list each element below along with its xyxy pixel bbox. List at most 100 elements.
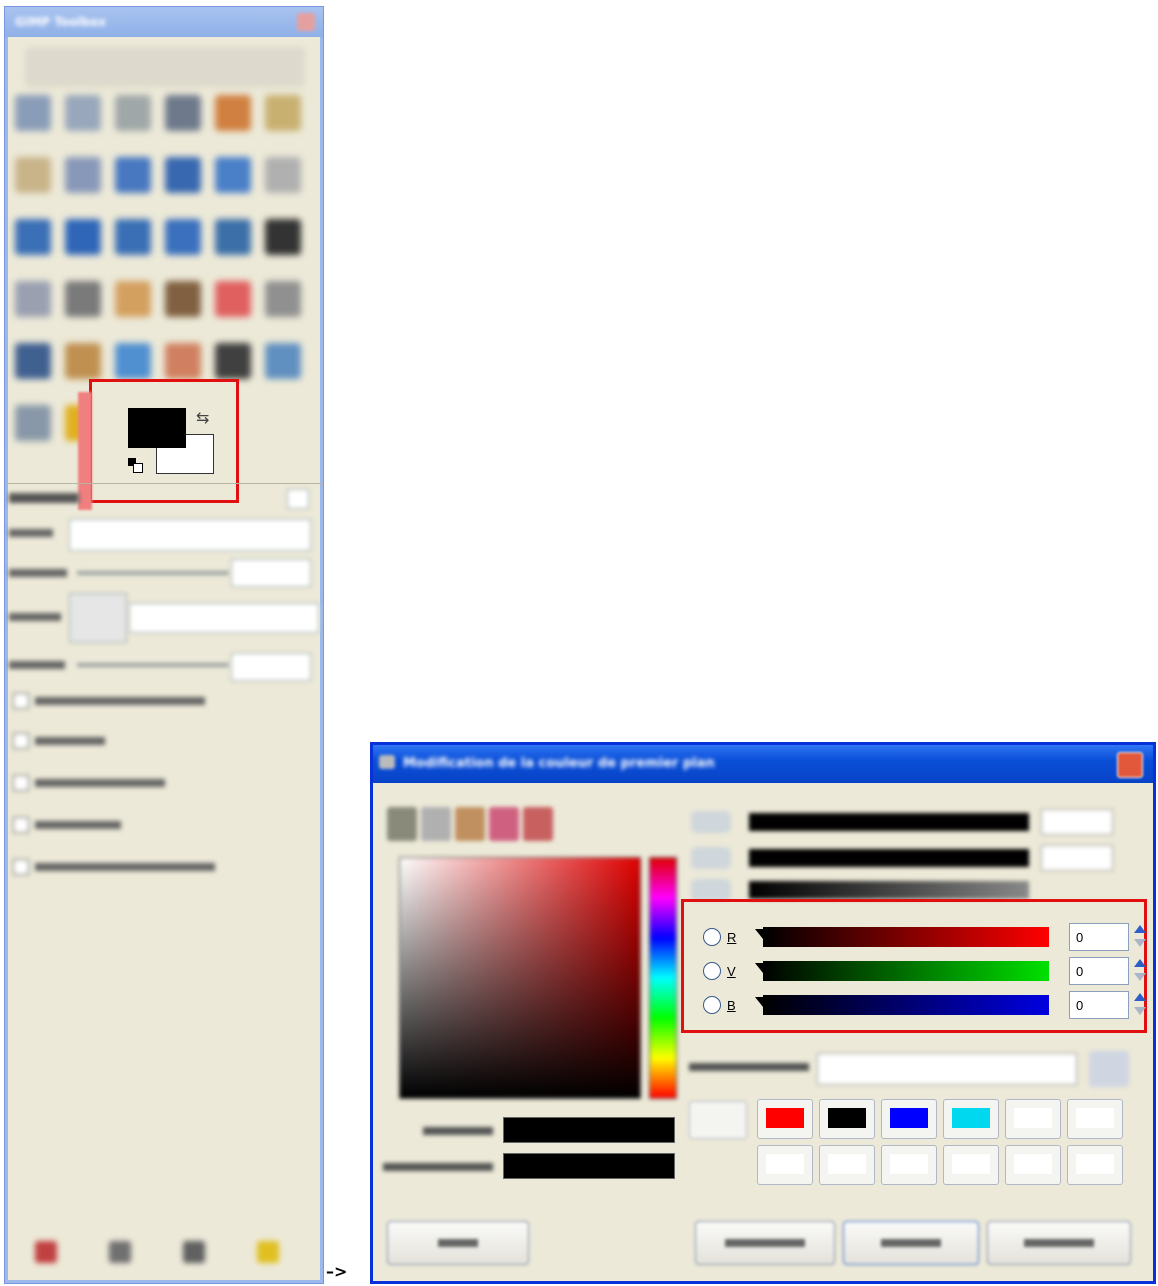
rgb-radio-v[interactable] [703, 962, 721, 980]
mode-dropdown[interactable] [69, 519, 311, 551]
tool-icon[interactable] [15, 281, 51, 317]
history-color-button[interactable] [757, 1145, 813, 1185]
rgb-value-field-b[interactable]: 0 [1069, 991, 1129, 1019]
slider-handle-icon[interactable] [755, 963, 771, 973]
option-row-1[interactable] [13, 693, 205, 709]
option-row-4[interactable] [13, 817, 121, 833]
tool-icon[interactable] [265, 281, 301, 317]
tool-icon[interactable] [15, 95, 51, 131]
tool-icon[interactable] [65, 343, 101, 379]
tool-icon[interactable] [215, 219, 251, 255]
tool-icon[interactable] [165, 157, 201, 193]
tab-palette-selector[interactable] [523, 807, 553, 841]
hsv-slider-2[interactable] [749, 849, 1029, 867]
tool-icon[interactable] [215, 157, 251, 193]
history-color-button[interactable] [1005, 1145, 1061, 1185]
hsv-spin-1[interactable] [1041, 809, 1113, 835]
toolbox-titlebar[interactable]: GIMP Toolbox [5, 7, 323, 37]
brush-name-field[interactable] [129, 603, 319, 633]
scale-spin[interactable] [231, 653, 311, 681]
option-row-3[interactable] [13, 775, 165, 791]
hsv-slider-3[interactable] [749, 881, 1029, 899]
help-button[interactable] [387, 1221, 529, 1265]
dialog-close-icon[interactable] [1117, 752, 1143, 778]
add-to-history-button[interactable] [689, 1101, 747, 1139]
history-color-button[interactable] [881, 1145, 937, 1185]
tool-icon[interactable] [165, 219, 201, 255]
history-color-button[interactable] [819, 1145, 875, 1185]
tool-icon[interactable] [15, 405, 51, 441]
foreground-color-swatch[interactable] [128, 408, 186, 448]
tab-gimp-selector[interactable] [387, 807, 417, 841]
dialog-titlebar[interactable]: Modification de la couleur de premier pl… [373, 745, 1153, 783]
tab-watercolor-selector[interactable] [455, 807, 485, 841]
slider-handle-icon[interactable] [755, 997, 771, 1007]
rgb-radio-r[interactable] [703, 928, 721, 946]
default-colors-icon[interactable] [128, 458, 143, 473]
hsv-spin-2[interactable] [1041, 845, 1113, 871]
spin-arrows-icon[interactable] [1131, 991, 1149, 1019]
tool-icon[interactable] [65, 219, 101, 255]
rgb-radio-b[interactable] [703, 996, 721, 1014]
toolbox-close-icon[interactable] [297, 13, 315, 31]
history-color-button[interactable] [819, 1099, 875, 1139]
tool-icon[interactable] [15, 157, 51, 193]
tool-icon[interactable] [115, 281, 151, 317]
tool-icon[interactable] [115, 343, 151, 379]
tool-icon[interactable] [165, 95, 201, 131]
rgb-slider-r[interactable] [763, 927, 1049, 947]
tool-icon[interactable] [215, 281, 251, 317]
hsv-radio-2[interactable] [691, 847, 731, 869]
tool-icon[interactable] [65, 157, 101, 193]
history-color-button[interactable] [1067, 1145, 1123, 1185]
history-color-button[interactable] [881, 1099, 937, 1139]
option-row-5[interactable] [13, 859, 215, 875]
rgb-slider-b[interactable] [763, 995, 1049, 1015]
tool-icon[interactable] [215, 343, 251, 379]
history-color-button[interactable] [943, 1145, 999, 1185]
tool-icon[interactable] [165, 343, 201, 379]
scale-slider[interactable] [77, 663, 229, 667]
opacity-slider[interactable] [77, 571, 229, 575]
toolbox-bottom-icon[interactable] [183, 1241, 205, 1263]
history-color-button[interactable] [1067, 1099, 1123, 1139]
tool-icon[interactable] [65, 281, 101, 317]
toolbox-bottom-icon[interactable] [35, 1241, 57, 1263]
ok-button[interactable] [843, 1221, 979, 1265]
tool-icon[interactable] [265, 219, 301, 255]
saturation-value-square[interactable] [399, 857, 641, 1099]
tab-cmyk-selector[interactable] [421, 807, 451, 841]
tool-icon[interactable] [15, 343, 51, 379]
tool-icon[interactable] [115, 95, 151, 131]
rgb-slider-v[interactable] [763, 961, 1049, 981]
tool-icon[interactable] [265, 157, 301, 193]
color-picker-icon[interactable] [1089, 1051, 1129, 1087]
spin-arrows-icon[interactable] [1131, 957, 1149, 985]
tool-icon[interactable] [215, 95, 251, 131]
options-menu-button[interactable] [287, 489, 309, 509]
tool-icon[interactable] [115, 157, 151, 193]
hue-strip[interactable] [649, 857, 677, 1099]
rgb-value-field-v[interactable]: 0 [1069, 957, 1129, 985]
tool-icon[interactable] [15, 219, 51, 255]
tool-icon[interactable] [165, 281, 201, 317]
history-color-button[interactable] [757, 1099, 813, 1139]
swap-colors-icon[interactable]: ⇆ [196, 408, 209, 427]
tool-icon[interactable] [65, 95, 101, 131]
tab-wheel-selector[interactable] [489, 807, 519, 841]
tool-icon[interactable] [115, 219, 151, 255]
hsv-radio-3[interactable] [691, 879, 731, 901]
cancel-button[interactable] [987, 1221, 1131, 1265]
spin-arrows-icon[interactable] [1131, 923, 1149, 951]
tool-icon[interactable] [265, 343, 301, 379]
hex-notation-field[interactable] [817, 1053, 1077, 1085]
hsv-slider-1[interactable] [749, 813, 1029, 831]
reset-button[interactable] [695, 1221, 835, 1265]
history-color-button[interactable] [943, 1099, 999, 1139]
history-color-button[interactable] [1005, 1099, 1061, 1139]
toolbox-bottom-icon[interactable] [257, 1241, 279, 1263]
option-row-2[interactable] [13, 733, 105, 749]
brush-preview[interactable] [69, 593, 127, 643]
hsv-radio-1[interactable] [691, 811, 731, 833]
toolbox-bottom-icon[interactable] [109, 1241, 131, 1263]
